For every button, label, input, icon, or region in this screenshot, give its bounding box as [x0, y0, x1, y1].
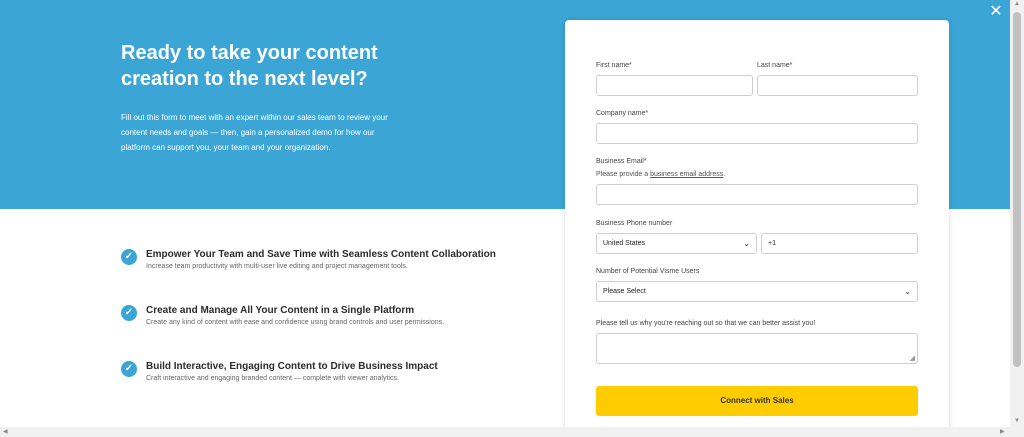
phone-number-field[interactable]: +1 — [761, 233, 918, 254]
sales-form-card: First name* Last name* Company name* Bus… — [565, 20, 949, 437]
visme-users-select[interactable]: Please Select ⌄ — [596, 281, 918, 302]
feature-description: Increase team productivity with multi-us… — [146, 263, 408, 270]
business-email-link[interactable]: business email address — [650, 171, 723, 178]
horizontal-scrollbar[interactable]: ◀ ▶ — [0, 427, 1010, 437]
country-select-value: United States — [603, 240, 646, 247]
scroll-right-icon[interactable]: ▶ — [1000, 428, 1005, 435]
vertical-scrollbar[interactable]: ▲ ▼ — [1010, 0, 1024, 437]
company-name-label: Company name* — [596, 110, 649, 117]
chevron-down-icon: ⌄ — [904, 287, 911, 296]
feature-description: Craft interactive and engaging branded c… — [146, 375, 399, 382]
email-hint-suffix: . — [723, 171, 726, 178]
check-circle-icon: ✓ — [121, 361, 137, 377]
feature-title: Empower Your Team and Save Time with Sea… — [146, 249, 496, 260]
email-hint: Please provide a business email address. — [596, 171, 725, 178]
resize-handle-icon[interactable]: ◢ — [910, 354, 915, 362]
feature-title: Create and Manage All Your Content in a … — [146, 305, 415, 316]
check-circle-icon: ✓ — [121, 249, 137, 265]
connect-with-sales-button[interactable]: Connect with Sales — [596, 386, 918, 416]
hero-description: Fill out this form to meet with an exper… — [121, 113, 388, 152]
vertical-scrollbar-thumb[interactable] — [1013, 12, 1021, 367]
feature-title: Build Interactive, Engaging Content to D… — [146, 361, 438, 372]
reason-label: Please tell us why you're reaching out s… — [596, 320, 816, 327]
scroll-left-icon[interactable]: ◀ — [3, 428, 8, 435]
close-icon[interactable]: ✕ — [988, 4, 1004, 20]
scroll-down-icon[interactable]: ▼ — [1014, 418, 1020, 424]
check-circle-icon: ✓ — [121, 305, 137, 321]
country-select[interactable]: United States ⌄ — [596, 233, 757, 254]
reason-textarea[interactable]: ◢ — [596, 333, 918, 364]
phone-code: +1 — [768, 240, 776, 247]
hero-title: Ready to take your content creation to t… — [121, 42, 378, 90]
business-phone-label: Business Phone number — [596, 220, 673, 227]
visme-users-label: Number of Potential Visme Users — [596, 268, 700, 275]
visme-users-select-value: Please Select — [603, 288, 646, 295]
company-name-field[interactable] — [596, 123, 918, 144]
business-email-field[interactable] — [596, 184, 918, 205]
scroll-up-icon[interactable]: ▲ — [1014, 1, 1020, 7]
last-name-field[interactable] — [757, 75, 918, 96]
last-name-label: Last name* — [757, 62, 793, 69]
first-name-label: First name* — [596, 62, 632, 69]
business-email-label: Business Email* — [596, 158, 647, 165]
feature-description: Create any kind of content with ease and… — [146, 319, 445, 326]
first-name-field[interactable] — [596, 75, 753, 96]
chevron-down-icon: ⌄ — [743, 239, 750, 248]
email-hint-prefix: Please provide a — [596, 171, 651, 178]
